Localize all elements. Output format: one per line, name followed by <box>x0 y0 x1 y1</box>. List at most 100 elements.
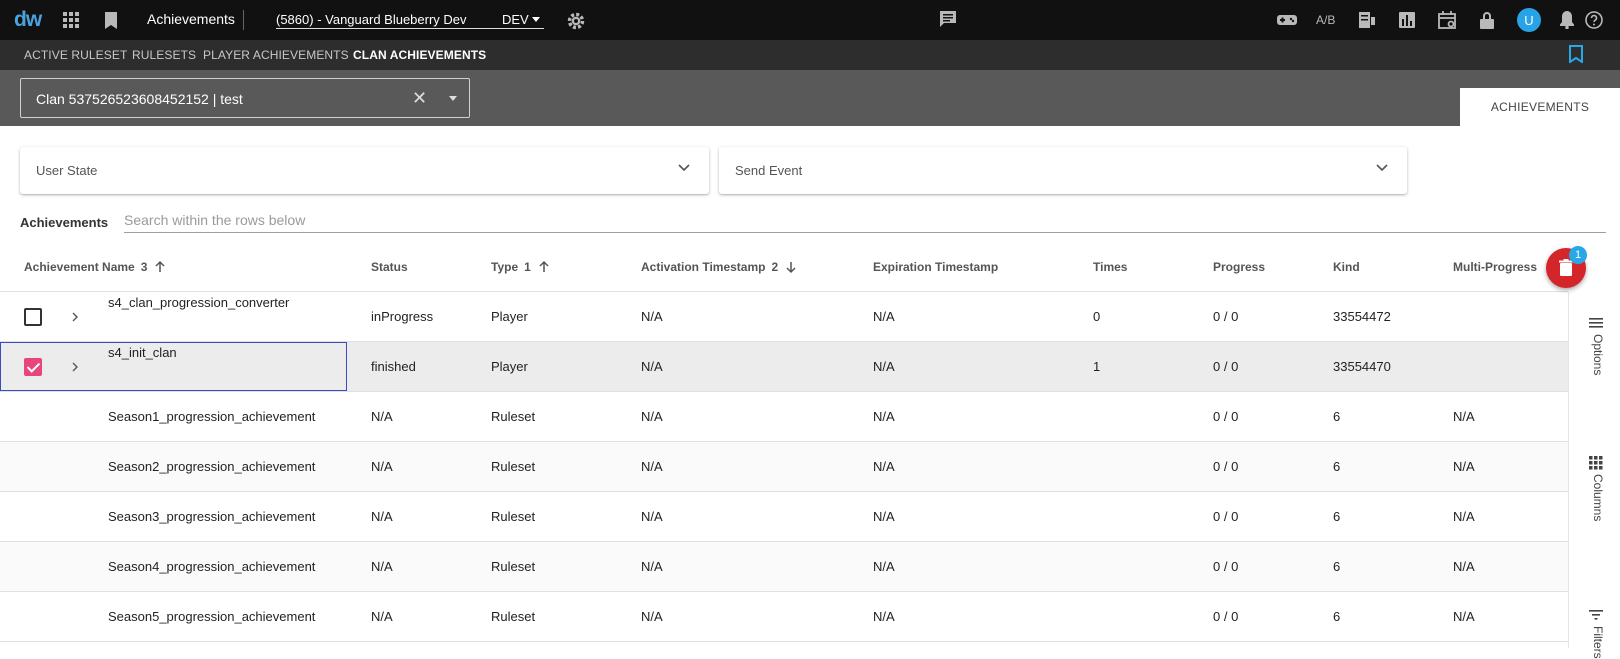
chevron-down-icon <box>532 17 540 22</box>
cell-type: Player <box>491 309 528 324</box>
table-row[interactable]: Season4_progression_achievement N/A Rulese… <box>0 542 1568 592</box>
divider <box>243 10 244 30</box>
bookmark-outline-icon[interactable] <box>1569 45 1587 65</box>
cell-status: N/A <box>371 559 393 574</box>
project-selector[interactable]: (5860) - Vanguard Blueberry Dev DEV <box>276 11 544 29</box>
report-icon[interactable] <box>1356 9 1378 31</box>
app-title: Achievements <box>147 11 235 27</box>
columns-icon <box>1589 456 1603 470</box>
send-event-panel[interactable]: Send Event <box>719 147 1407 194</box>
col-kind[interactable]: Kind <box>1333 260 1360 274</box>
col-label: Progress <box>1213 260 1266 274</box>
gamepad-icon[interactable] <box>1276 9 1298 31</box>
side-tab-filters[interactable]: Filters <box>1591 626 1605 659</box>
cell-achievement-name: Season4_progression_achievement <box>108 559 316 574</box>
cell-multi: N/A <box>1453 609 1475 624</box>
selection-count-badge: 1 <box>1569 246 1587 264</box>
col-label: Multi-Progress <box>1453 260 1538 274</box>
nav-clan-achievements[interactable]: CLAN ACHIEVEMENTS <box>353 48 486 62</box>
table-row[interactable]: Season5_progression_achievement N/A Rulese… <box>0 592 1568 642</box>
cell-type: Ruleset <box>491 559 536 574</box>
cell-progress: 0 / 0 <box>1213 559 1239 574</box>
col-expiration-timestamp[interactable]: Expiration Timestamp <box>873 260 998 274</box>
search-input[interactable] <box>124 207 1606 233</box>
cell-expiration: N/A <box>873 359 895 374</box>
cell-times: 0 <box>1093 309 1101 324</box>
cell-achievement-name: Season3_progression_achievement <box>108 509 316 524</box>
cell-status: N/A <box>371 409 393 424</box>
nav-player-achievements[interactable]: PLAYER ACHIEVEMENTS <box>203 48 349 62</box>
cell-expiration: N/A <box>873 559 895 574</box>
chevron-down-icon[interactable] <box>449 96 457 101</box>
gear-icon[interactable] <box>565 10 587 32</box>
section-nav: ACTIVE RULESET RULESETS PLAYER ACHIEVEME… <box>0 40 1620 70</box>
col-achievement-name[interactable]: Achievement Name 3 <box>24 260 167 274</box>
cell-type: Player <box>491 359 528 374</box>
cell-achievement-name: s4_init_clan <box>108 345 177 360</box>
table-row[interactable]: Season1_progression_achievement N/A Rulese… <box>0 392 1568 442</box>
col-type[interactable]: Type 1 <box>491 260 551 274</box>
col-activation-timestamp[interactable]: Activation Timestamp 2 <box>641 260 798 274</box>
side-tab-options[interactable]: Options <box>1591 334 1605 375</box>
bar-chart-icon[interactable] <box>1396 9 1418 31</box>
cell-activation: N/A <box>641 559 663 574</box>
close-icon[interactable]: ✕ <box>412 88 427 109</box>
cell-type: Ruleset <box>491 459 536 474</box>
cell-expiration: N/A <box>873 309 895 324</box>
side-tab-columns[interactable]: Columns <box>1591 474 1605 521</box>
bell-icon[interactable] <box>1556 9 1578 31</box>
apps-grid-icon[interactable] <box>60 9 82 31</box>
app-logo[interactable]: dw <box>14 8 42 32</box>
table-row[interactable]: Season2_progression_achievement N/A Rulese… <box>0 442 1568 492</box>
user-state-panel[interactable]: User State <box>20 147 709 194</box>
clan-select-value: Clan 537526523608452152 | test <box>36 91 243 107</box>
cell-achievement-name: Season1_progression_achievement <box>108 409 316 424</box>
cell-activation: N/A <box>641 459 663 474</box>
cell-progress: 0 / 0 <box>1213 609 1239 624</box>
chevron-down-icon <box>678 164 690 172</box>
cell-multi: N/A <box>1453 559 1475 574</box>
arrow-down-icon <box>786 262 796 274</box>
chevron-right-icon[interactable] <box>70 310 80 322</box>
cell-expiration: N/A <box>873 459 895 474</box>
ab-test-icon[interactable]: A/B <box>1316 13 1335 27</box>
cell-kind: 6 <box>1333 559 1341 574</box>
bookmark-icon[interactable] <box>100 9 122 31</box>
col-progress[interactable]: Progress <box>1213 260 1265 274</box>
sort-order: 1 <box>524 260 531 274</box>
cell-progress: 0 / 0 <box>1213 459 1239 474</box>
col-label: Activation Timestamp <box>641 260 766 274</box>
calendar-icon[interactable] <box>1436 9 1458 31</box>
arrow-up-icon <box>539 260 549 272</box>
clan-select[interactable]: Clan 537526523608452152 | test ✕ <box>20 78 470 118</box>
cell-expiration: N/A <box>873 409 895 424</box>
cell-expiration: N/A <box>873 509 895 524</box>
col-status[interactable]: Status <box>371 260 408 274</box>
row-checkbox[interactable] <box>24 308 42 326</box>
sort-order: 3 <box>140 260 148 274</box>
nav-active-ruleset[interactable]: ACTIVE RULESET <box>24 48 127 62</box>
cell-status: N/A <box>371 459 393 474</box>
table-row[interactable]: Season3_progression_achievement N/A Rulese… <box>0 492 1568 542</box>
project-name: (5860) - Vanguard Blueberry Dev <box>276 12 467 27</box>
help-icon[interactable] <box>1583 9 1605 31</box>
col-times[interactable]: Times <box>1093 260 1127 274</box>
cell-status: finished <box>371 359 416 374</box>
col-label: Status <box>371 260 408 274</box>
cell-achievement-name: Season5_progression_achievement <box>108 609 316 624</box>
delete-button[interactable]: 1 <box>1546 246 1587 288</box>
lock-icon[interactable] <box>1476 9 1498 31</box>
tab-achievements[interactable]: ACHIEVEMENTS <box>1460 88 1620 126</box>
chat-icon[interactable] <box>937 8 959 30</box>
menu-icon <box>1589 318 1603 328</box>
table-row[interactable]: s4_clan_progression_converter inProgress P… <box>0 292 1568 342</box>
cell-progress: 0 / 0 <box>1213 309 1239 324</box>
col-label: Kind <box>1333 260 1360 274</box>
col-multi-progress[interactable]: Multi-Progress <box>1453 260 1537 274</box>
cell-times: 1 <box>1093 359 1101 374</box>
nav-rulesets[interactable]: RULESETS <box>132 48 196 62</box>
avatar[interactable]: U <box>1517 8 1541 32</box>
cell-progress: 0 / 0 <box>1213 509 1239 524</box>
cell-kind: 33554470 <box>1333 359 1391 374</box>
table-row[interactable]: s4_init_clan finished Player N/A N/A 1 0 / 0 33… <box>0 342 1568 392</box>
